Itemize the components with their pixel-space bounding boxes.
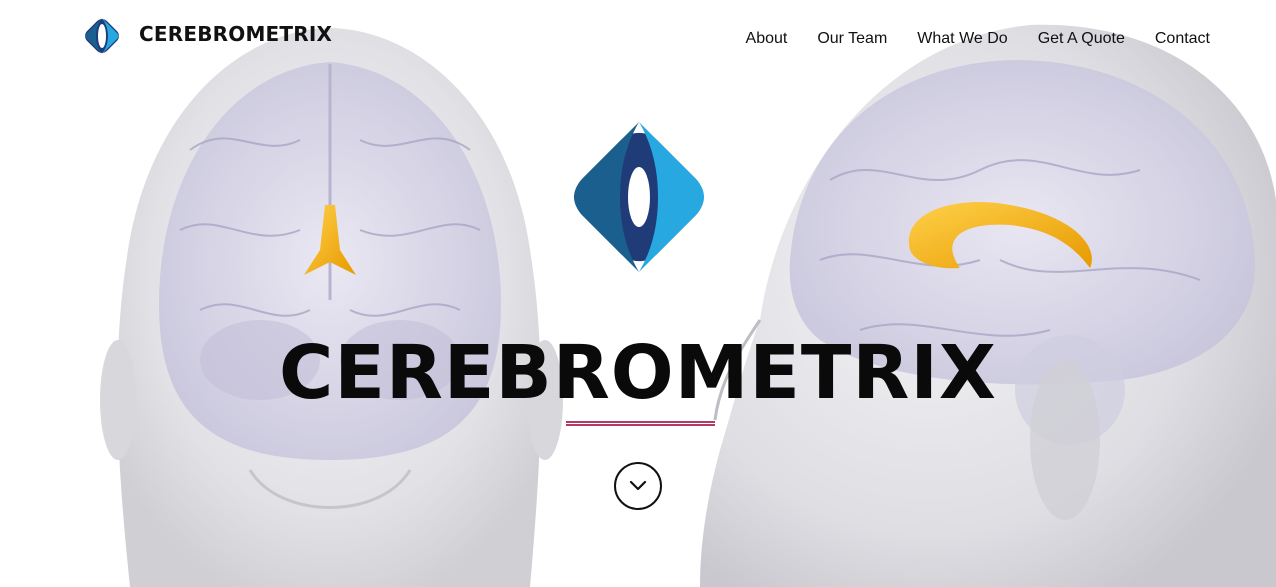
left-head-illustration — [100, 28, 563, 587]
diamond-logo-icon — [85, 18, 119, 54]
hero-logo-icon — [574, 122, 704, 272]
chevron-down-icon — [629, 480, 647, 491]
right-head-illustration — [700, 24, 1276, 587]
nav-what-we-do[interactable]: What We Do — [917, 30, 1007, 48]
main-nav: About Our Team What We Do Get A Quote Co… — [716, 30, 1210, 48]
brand-name: CEREBROMETRIX — [139, 22, 333, 46]
hero-title: CEREBROMETRIX — [279, 330, 997, 416]
header-logo[interactable]: CEREBROMETRIX — [82, 16, 332, 56]
nav-about[interactable]: About — [746, 30, 788, 48]
title-divider — [566, 421, 715, 426]
nav-get-a-quote[interactable]: Get A Quote — [1038, 30, 1125, 48]
scroll-down-button[interactable] — [614, 462, 662, 510]
nav-our-team[interactable]: Our Team — [817, 30, 887, 48]
hero-section: CEREBROMETRIX About Our Team What We Do … — [0, 0, 1276, 587]
nav-contact[interactable]: Contact — [1155, 30, 1210, 48]
